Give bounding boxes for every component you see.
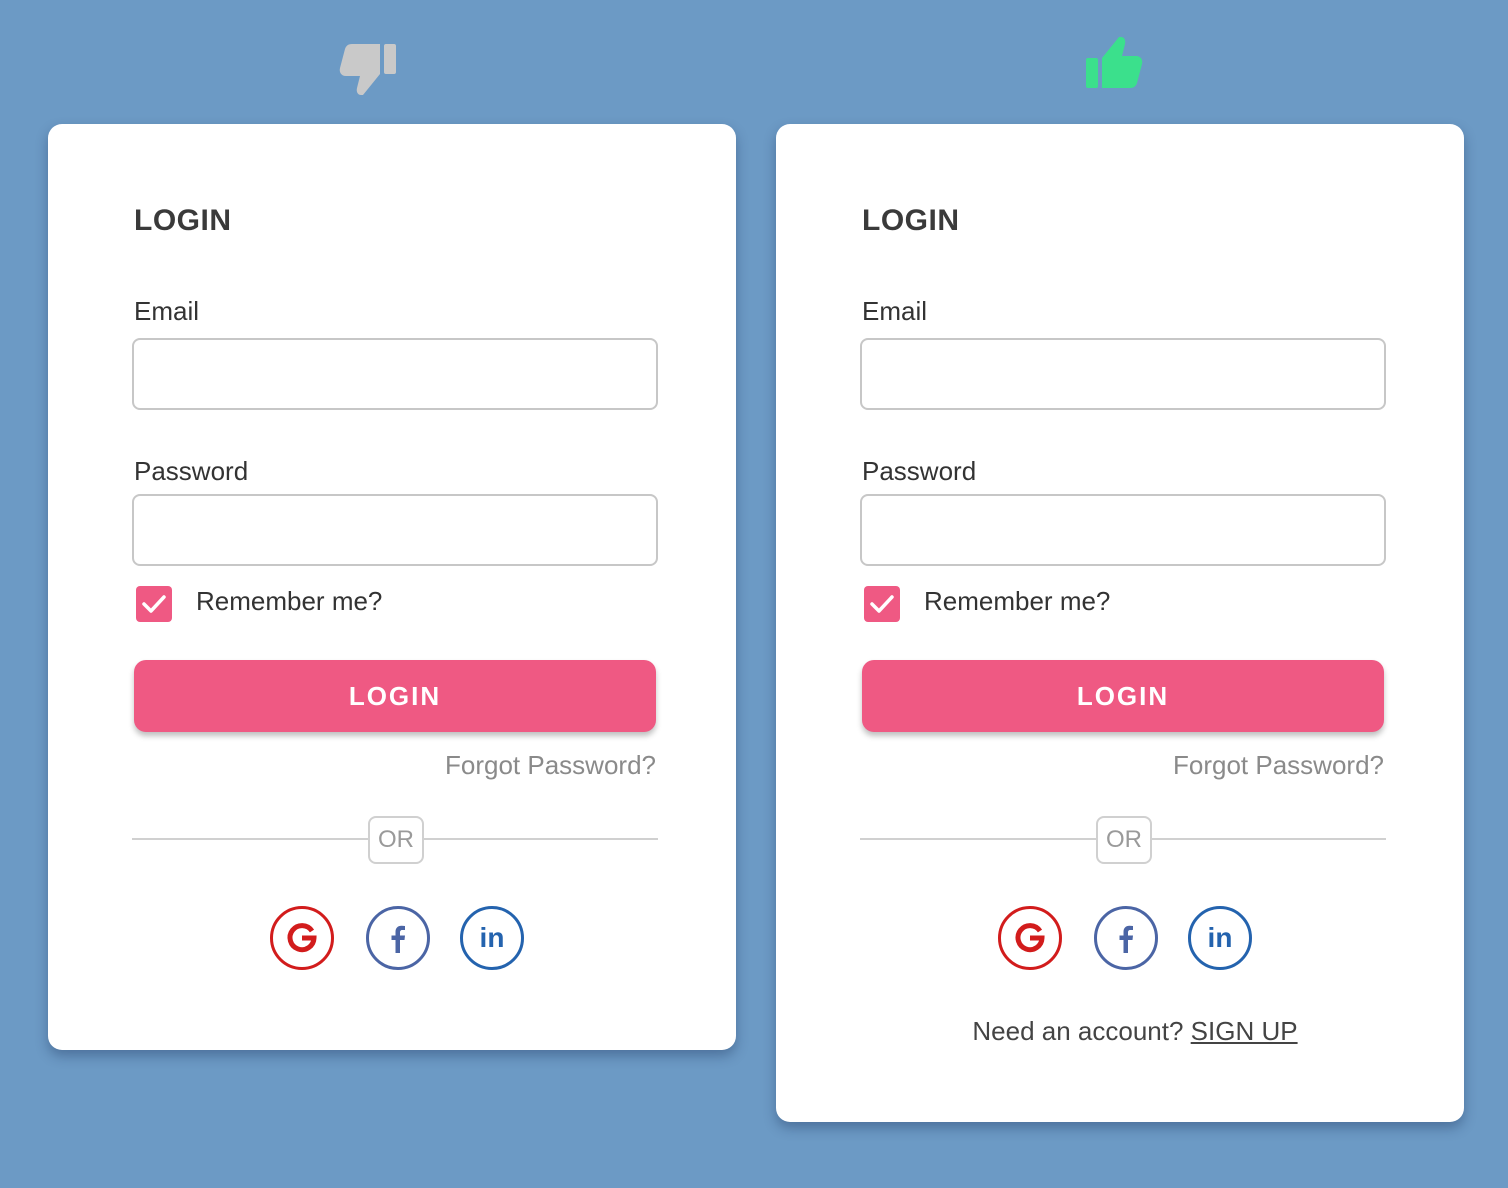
remember-me-label: Remember me? [924, 586, 1111, 616]
email-label: Email [134, 296, 200, 326]
page-title: LOGIN [862, 204, 960, 237]
facebook-login-button[interactable] [1094, 906, 1158, 970]
linkedin-login-button[interactable]: in [460, 906, 524, 970]
login-card-left: LOGIN Email Password Remember me? LOGIN … [48, 124, 736, 1050]
linkedin-login-button[interactable]: in [1188, 906, 1252, 970]
signup-line: Need an account? SIGN UP [776, 1016, 1464, 1047]
password-label: Password [134, 456, 249, 486]
email-field[interactable] [860, 338, 1386, 410]
email-field[interactable] [132, 338, 658, 410]
or-separator: OR [1096, 816, 1152, 864]
or-separator: OR [368, 816, 424, 864]
google-icon [287, 923, 317, 953]
linkedin-glyph: in [480, 922, 505, 953]
linkedin-icon: in [480, 922, 505, 953]
password-label: Password [862, 456, 977, 486]
facebook-login-button[interactable] [366, 906, 430, 970]
signup-prompt: Need an account? [972, 1016, 1184, 1046]
google-login-button[interactable] [998, 906, 1062, 970]
email-label: Email [862, 296, 928, 326]
thumbs-up-icon [1082, 34, 1146, 98]
google-login-button[interactable] [270, 906, 334, 970]
password-field[interactable] [860, 494, 1386, 566]
remember-me-label: Remember me? [196, 586, 383, 616]
forgot-password-link[interactable]: Forgot Password? [445, 750, 656, 781]
password-field[interactable] [132, 494, 658, 566]
linkedin-glyph: in [1208, 922, 1233, 953]
facebook-icon [1119, 925, 1133, 953]
google-icon [1015, 923, 1045, 953]
checkmark-icon [870, 595, 894, 613]
forgot-password-link[interactable]: Forgot Password? [1173, 750, 1384, 781]
page-title: LOGIN [134, 204, 232, 237]
thumbs-down-icon [336, 34, 400, 98]
remember-me-checkbox[interactable] [136, 586, 172, 622]
linkedin-icon: in [1208, 922, 1233, 953]
signup-link[interactable]: SIGN UP [1191, 1016, 1298, 1046]
facebook-icon [391, 925, 405, 953]
remember-me-checkbox[interactable] [864, 586, 900, 622]
login-button[interactable]: LOGIN [862, 660, 1384, 732]
login-button[interactable]: LOGIN [134, 660, 656, 732]
checkmark-icon [142, 595, 166, 613]
login-card-right: LOGIN Email Password Remember me? LOGIN … [776, 124, 1464, 1122]
